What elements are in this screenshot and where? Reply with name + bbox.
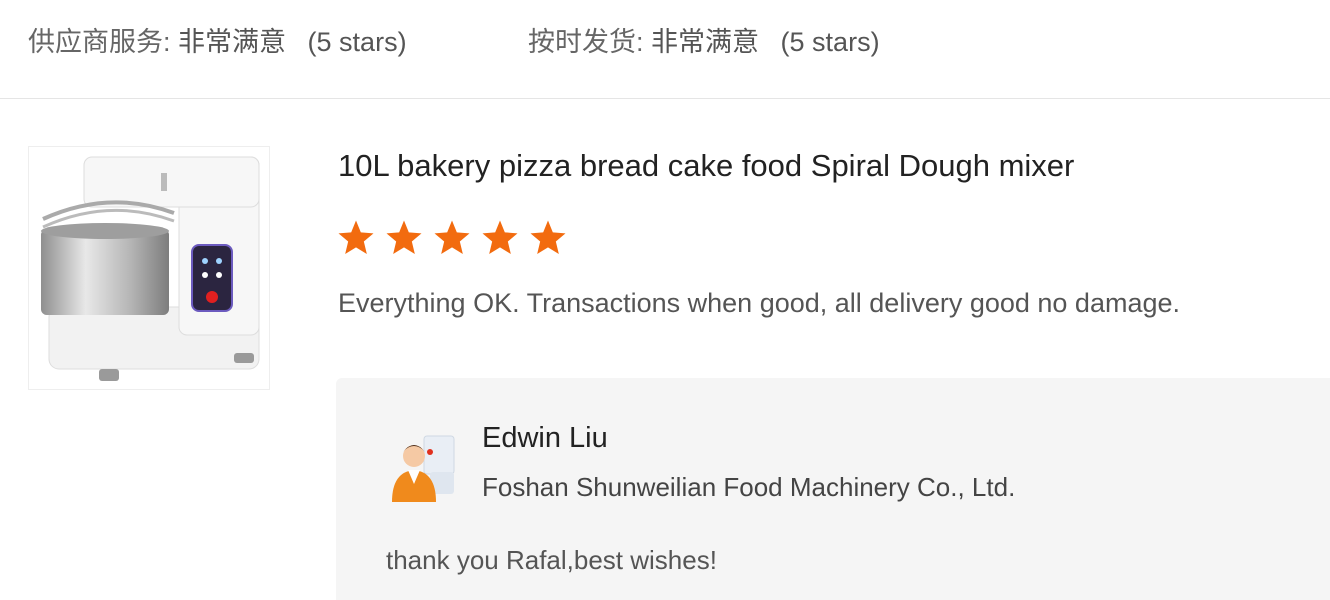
supplier-service-rating: 供应商服务: 非常满意 (5 stars)	[28, 20, 407, 59]
avatar-illustration	[392, 435, 455, 502]
star-icon	[482, 220, 518, 254]
on-time-delivery-stars: (5 stars)	[780, 27, 880, 57]
star-rating	[336, 218, 568, 264]
on-time-delivery-rating: 按时发货: 非常满意 (5 stars)	[528, 20, 880, 59]
supplier-name: Edwin Liu	[482, 422, 608, 454]
supplier-service-value: 非常满意	[178, 27, 287, 57]
product-image[interactable]	[28, 146, 270, 390]
supplier-service-stars: (5 stars)	[307, 27, 407, 57]
reply-text: thank you Rafal,best wishes!	[386, 545, 717, 575]
on-time-delivery-label: 按时发货:	[528, 27, 644, 57]
dough-mixer-illustration	[41, 156, 260, 381]
supplier-avatar-icon	[386, 426, 458, 502]
review-text: Everything OK. Transactions when good, a…	[338, 288, 1180, 318]
review-page: 供应商服务: 非常满意 (5 stars) 按时发货: 非常满意 (5 star…	[0, 0, 1330, 600]
star-icon	[530, 220, 566, 254]
supplier-service-label: 供应商服务:	[28, 27, 171, 57]
on-time-delivery-value: 非常满意	[651, 27, 760, 57]
supplier-company[interactable]: Foshan Shunweilian Food Machinery Co., L…	[482, 472, 1015, 503]
star-icon	[338, 220, 374, 254]
product-title[interactable]: 10L bakery pizza bread cake food Spiral …	[338, 148, 1074, 184]
star-icon	[386, 220, 422, 254]
star-icon	[434, 220, 470, 254]
rating-summary-row: 供应商服务: 非常满意 (5 stars) 按时发货: 非常满意 (5 star…	[0, 0, 1330, 99]
